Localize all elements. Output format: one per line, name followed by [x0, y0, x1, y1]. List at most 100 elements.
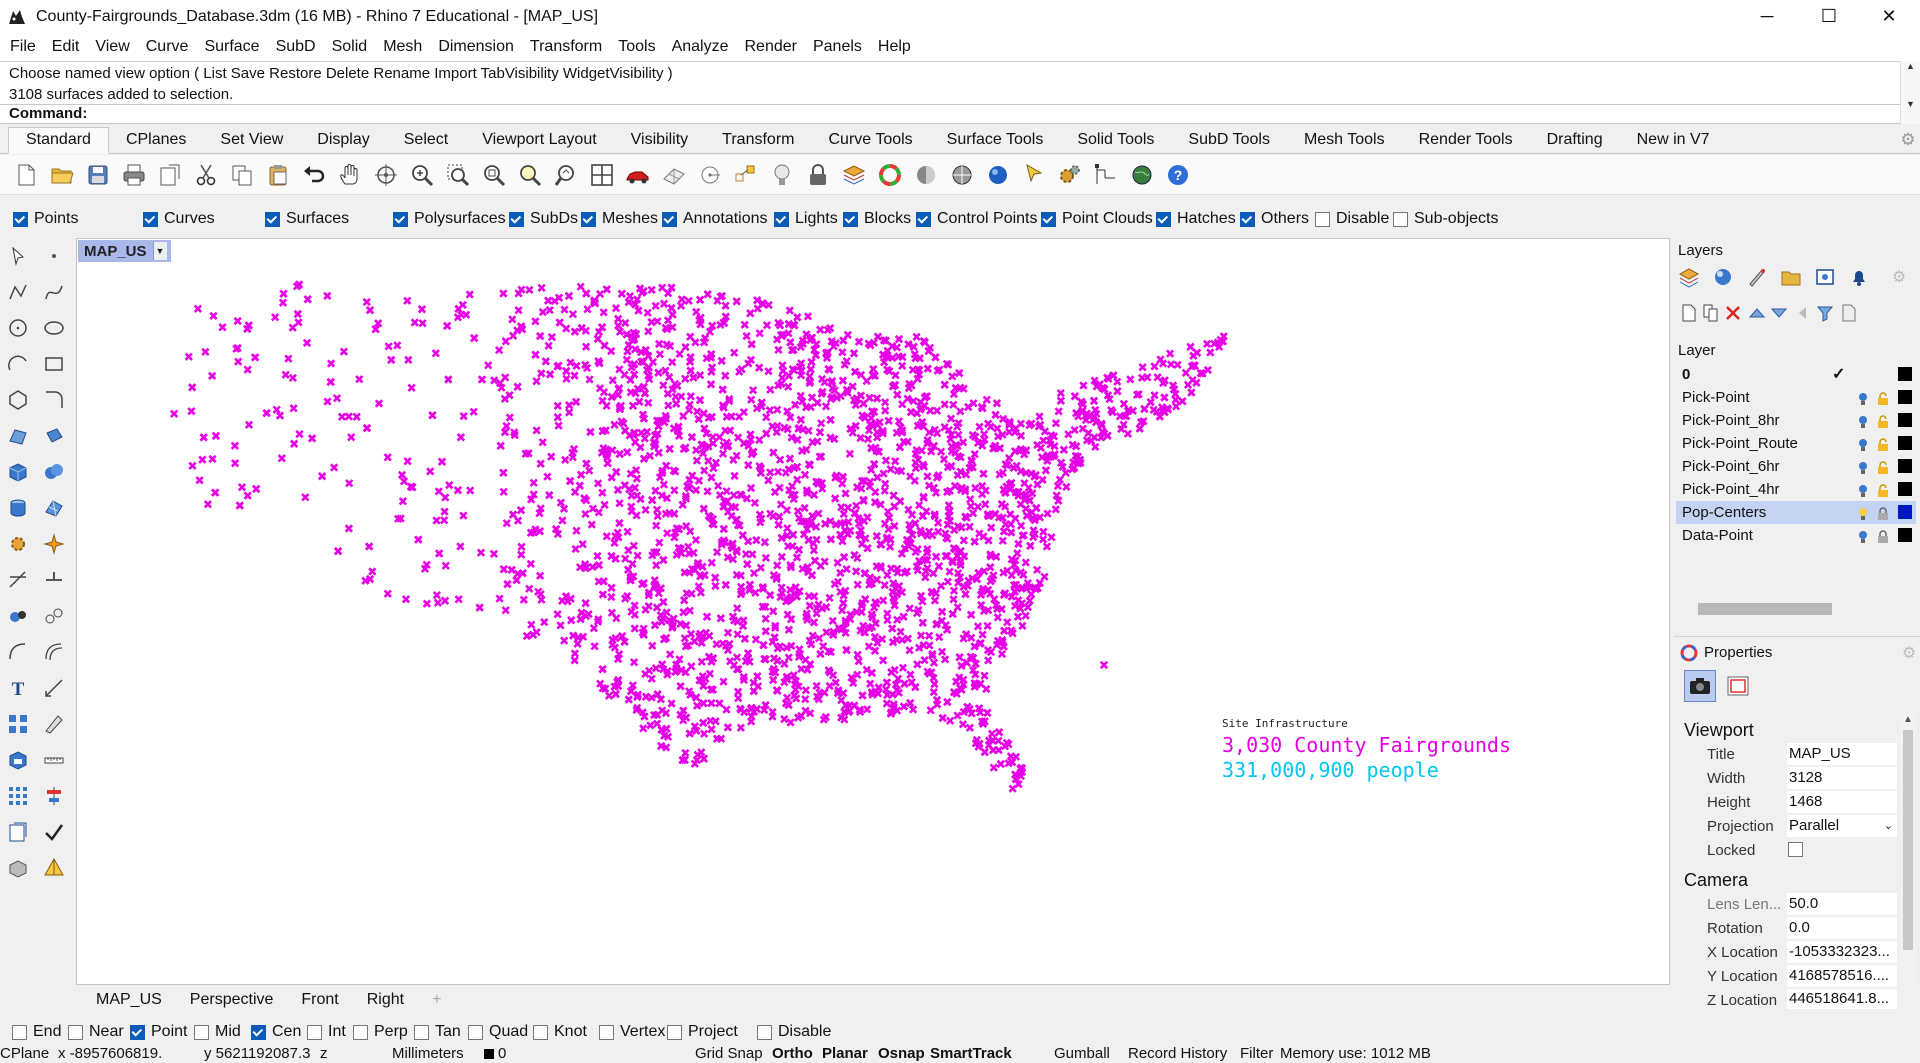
point-icon[interactable]	[40, 242, 68, 270]
print-icon[interactable]	[120, 160, 148, 190]
menu-help[interactable]: Help	[870, 38, 919, 56]
rendered-sphere-icon[interactable]	[948, 160, 976, 190]
rotate-view-icon[interactable]	[372, 160, 400, 190]
wireframe-grid-icon[interactable]	[660, 160, 688, 190]
boolean-union-icon[interactable]	[40, 458, 68, 486]
status-gumball[interactable]: Gumball	[1054, 1044, 1110, 1063]
prop-y-location-field[interactable]: 4168578516....	[1787, 965, 1897, 987]
layers-horizontal-scrollbar[interactable]	[1698, 603, 1832, 615]
tab-transform[interactable]: Transform	[705, 130, 811, 153]
ruler-icon[interactable]	[40, 746, 68, 774]
named-views-tab-icon[interactable]	[1812, 264, 1838, 290]
select-arrow-icon[interactable]	[4, 242, 32, 270]
menu-edit[interactable]: Edit	[44, 38, 88, 56]
osnap-near[interactable]: Near	[68, 1023, 124, 1041]
grid-points-icon[interactable]	[4, 782, 32, 810]
tab-select[interactable]: Select	[387, 130, 465, 153]
osnap-tan[interactable]: Tan	[414, 1023, 461, 1041]
tab-drafting[interactable]: Drafting	[1530, 130, 1620, 153]
libraries-tab-icon[interactable]	[1778, 264, 1804, 290]
options-gears-icon[interactable]	[1056, 160, 1084, 190]
viewport-title[interactable]: MAP_US ▼	[78, 240, 171, 262]
layer-row-pick-point-6hr[interactable]: Pick-Point_6hr	[1676, 455, 1916, 478]
materials-tab-icon[interactable]	[1744, 264, 1770, 290]
minimize-button[interactable]: ─	[1738, 0, 1796, 33]
layer-color-swatch[interactable]	[1898, 390, 1912, 404]
layer-unlocked-icon[interactable]	[1876, 436, 1890, 451]
measure-icon[interactable]	[40, 710, 68, 738]
filter-point-clouds[interactable]: Point Clouds	[1041, 210, 1153, 228]
zoom-extents-icon[interactable]	[480, 160, 508, 190]
filter-surfaces[interactable]: Surfaces	[265, 210, 349, 228]
color-wheel-icon[interactable]	[876, 160, 904, 190]
filter-polysurfaces[interactable]: Polysurfaces	[393, 210, 506, 228]
tab-cplanes[interactable]: CPlanes	[109, 130, 203, 153]
filter-checkbox[interactable]	[265, 211, 280, 227]
filter-checkbox[interactable]	[1041, 211, 1056, 227]
extrude-surface-icon[interactable]	[40, 422, 68, 450]
filter-checkbox[interactable]	[843, 211, 858, 227]
prop-width-field[interactable]: 3128	[1787, 767, 1897, 789]
tab-render-tools[interactable]: Render Tools	[1402, 130, 1530, 153]
import-export-icon[interactable]	[156, 160, 184, 190]
add-viewport-icon[interactable]: +	[418, 991, 455, 1009]
curve-icon[interactable]	[40, 278, 68, 306]
zoom-dynamic-icon[interactable]	[408, 160, 436, 190]
tab-visibility[interactable]: Visibility	[614, 130, 706, 153]
properties-scrollbar[interactable]: ▲	[1900, 714, 1916, 984]
zoom-window-icon[interactable]	[444, 160, 472, 190]
offset-icon[interactable]	[40, 638, 68, 666]
prop-locked-checkbox[interactable]	[1788, 842, 1803, 857]
filter-checkbox[interactable]	[1240, 211, 1255, 227]
layer-row-pick-point-8hr[interactable]: Pick-Point_8hr	[1676, 409, 1916, 432]
notifications-tab-icon[interactable]	[1846, 264, 1872, 290]
viewport-menu-arrow-icon[interactable]: ▼	[152, 242, 167, 260]
layer-color-swatch[interactable]	[1898, 367, 1912, 381]
undo-view-change-icon[interactable]	[552, 160, 580, 190]
osnap-cen[interactable]: Cen	[251, 1023, 301, 1041]
filter-checkbox[interactable]	[1315, 211, 1330, 227]
menu-surface[interactable]: Surface	[196, 38, 267, 56]
tab-viewport-layout[interactable]: Viewport Layout	[465, 130, 613, 153]
layer-color-swatch[interactable]	[1898, 436, 1912, 450]
tab-mesh-tools[interactable]: Mesh Tools	[1287, 130, 1402, 153]
osnap-vertex[interactable]: Vertex	[599, 1023, 665, 1041]
text-icon[interactable]: T	[4, 674, 32, 702]
tab-set-view[interactable]: Set View	[203, 130, 300, 153]
open-folder-icon[interactable]	[48, 160, 76, 190]
four-viewports-icon[interactable]	[588, 160, 616, 190]
filter-subds[interactable]: SubDs	[509, 210, 578, 228]
tab-solid-tools[interactable]: Solid Tools	[1060, 130, 1171, 153]
light-bulb-icon[interactable]	[768, 160, 796, 190]
layout-icon[interactable]	[4, 818, 32, 846]
menu-curve[interactable]: Curve	[138, 38, 197, 56]
layer-visible-bulb-icon[interactable]	[1856, 528, 1870, 543]
pyramid-icon[interactable]	[40, 854, 68, 882]
layer-color-swatch[interactable]	[1898, 482, 1912, 496]
command-scrollbar[interactable]: ▲ ▼	[1900, 61, 1920, 124]
filter-annotations[interactable]: Annotations	[662, 210, 768, 228]
layer-color-swatch[interactable]	[1898, 505, 1912, 519]
osnap-int[interactable]: Int	[307, 1023, 346, 1041]
layer-visible-bulb-icon[interactable]	[1856, 482, 1870, 497]
menu-subd[interactable]: SubD	[268, 38, 324, 56]
viewport-map-us[interactable]: MAP_US ▼ Site Infrastructure 3,030 Count…	[76, 238, 1670, 985]
block-icon[interactable]	[4, 746, 32, 774]
osnap-knot[interactable]: Knot	[533, 1023, 587, 1041]
status-record-history[interactable]: Record History	[1128, 1044, 1227, 1063]
gear-options-icon[interactable]	[4, 530, 32, 558]
fillet-curve-icon[interactable]	[40, 386, 68, 414]
surface-from-points-icon[interactable]	[4, 422, 32, 450]
filter-checkbox[interactable]	[1393, 211, 1408, 227]
menu-solid[interactable]: Solid	[324, 38, 376, 56]
new-file-icon[interactable]	[12, 160, 40, 190]
layer-color-swatch[interactable]	[1898, 459, 1912, 473]
prop-height-field[interactable]: 1468	[1787, 791, 1897, 813]
layer-unlocked-icon[interactable]	[1876, 413, 1890, 428]
filter-checkbox[interactable]	[581, 211, 596, 227]
camera-properties-icon[interactable]	[1684, 670, 1716, 702]
filter-control-points[interactable]: Control Points	[916, 210, 1038, 228]
filter-meshes[interactable]: Meshes	[581, 210, 658, 228]
status-smarttrack[interactable]: SmartTrack	[930, 1044, 1012, 1063]
menu-view[interactable]: View	[87, 38, 137, 56]
